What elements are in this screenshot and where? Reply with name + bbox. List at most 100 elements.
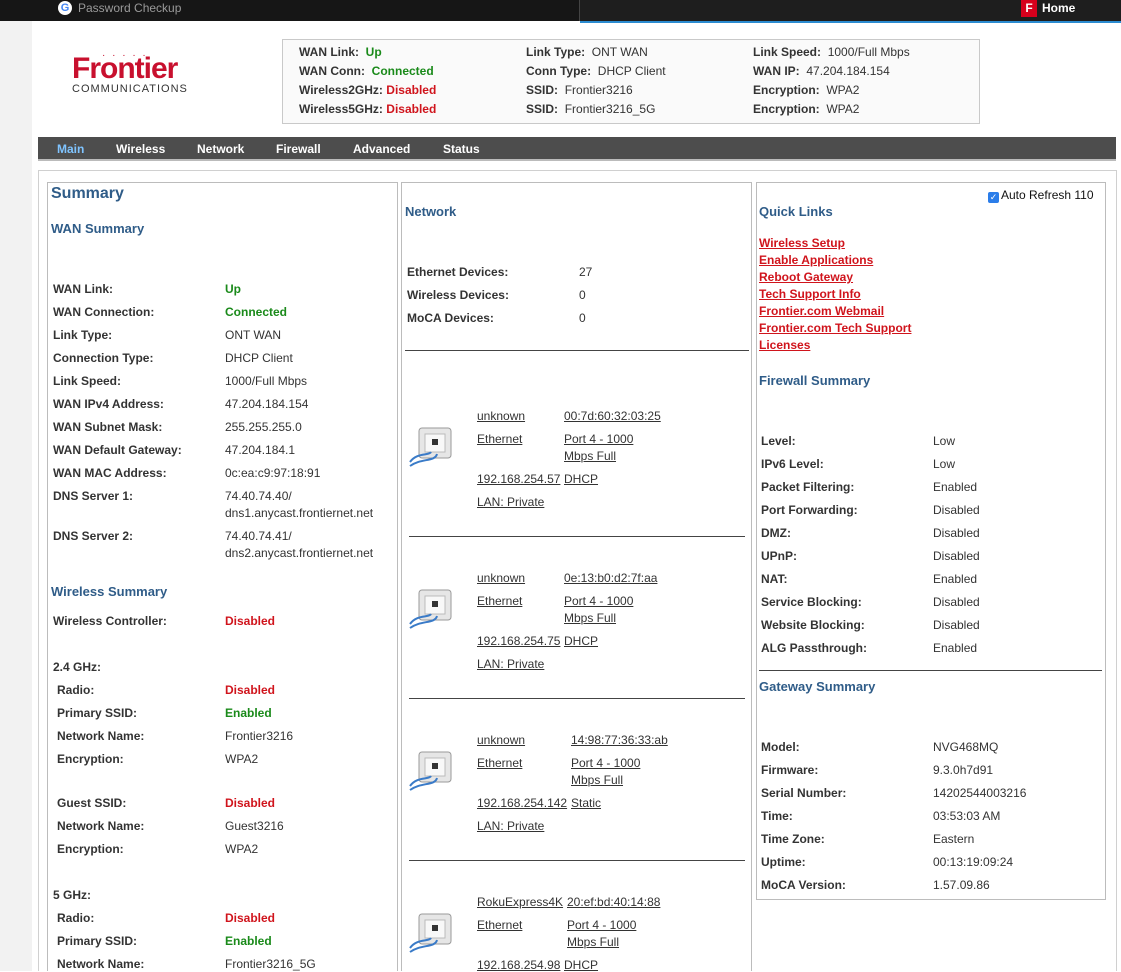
kv-label: Time: bbox=[761, 809, 793, 823]
device-mac[interactable]: 00:7d:60:32:03:25 bbox=[564, 409, 661, 423]
quick-link[interactable]: Wireless Setup bbox=[759, 236, 845, 250]
kv-label: Level: bbox=[761, 434, 796, 448]
status-value: Frontier3216 bbox=[564, 83, 633, 97]
kv-label: Serial Number: bbox=[761, 786, 847, 800]
device-type[interactable]: Ethernet bbox=[477, 756, 522, 770]
device-type[interactable]: Ethernet bbox=[477, 594, 522, 608]
device-port1[interactable]: Port 4 - 1000 bbox=[567, 918, 636, 932]
device-ip[interactable]: 192.168.254.142 bbox=[477, 796, 567, 810]
kv-value: 9.3.0h7d91 bbox=[933, 763, 994, 777]
device-lan[interactable]: LAN: Private bbox=[477, 657, 544, 671]
kv-value: Connected bbox=[225, 305, 288, 319]
device-mode[interactable]: DHCP bbox=[564, 634, 598, 648]
kv-label: Firmware: bbox=[761, 763, 819, 777]
kv-label: Radio: bbox=[57, 683, 95, 697]
device-mac[interactable]: 14:98:77:36:33:ab bbox=[571, 733, 668, 747]
ethernet-device-icon bbox=[407, 588, 457, 632]
kv-label: IPv6 Level: bbox=[761, 457, 824, 471]
tab-main[interactable]: Main bbox=[57, 142, 84, 156]
password-checkup-label[interactable]: Password Checkup bbox=[78, 1, 181, 15]
kv-label: Ethernet Devices: bbox=[407, 265, 509, 279]
logo-dots: · · · · · bbox=[102, 50, 148, 61]
quick-link[interactable]: Licenses bbox=[759, 338, 810, 352]
device-port1[interactable]: Port 4 - 1000 bbox=[564, 594, 633, 608]
kv-label: Guest SSID: bbox=[57, 796, 127, 810]
wireless-summary-title: Wireless Summary bbox=[51, 584, 168, 599]
kv-value: Disabled bbox=[933, 618, 980, 632]
status-value: 47.204.184.154 bbox=[806, 64, 890, 78]
device-name[interactable]: unknown bbox=[477, 733, 525, 747]
network-title: Network bbox=[405, 204, 457, 219]
kv-value: Frontier3216_5G bbox=[225, 957, 316, 971]
tab-network[interactable]: Network bbox=[197, 142, 244, 156]
kv-value: 0 bbox=[579, 311, 586, 325]
quick-link[interactable]: Frontier.com Tech Support bbox=[759, 321, 911, 335]
band24-label: 2.4 GHz: bbox=[53, 660, 102, 674]
firewall-summary-title: Firewall Summary bbox=[759, 373, 871, 388]
quick-links-title: Quick Links bbox=[759, 204, 833, 219]
kv-label: WAN MAC Address: bbox=[53, 466, 167, 480]
device-mode[interactable]: Static bbox=[571, 796, 601, 810]
kv-value: DHCP Client bbox=[225, 351, 293, 365]
device-mode[interactable]: DHCP bbox=[564, 958, 598, 972]
device-port1[interactable]: Port 4 - 1000 bbox=[564, 432, 633, 446]
kv-label: WAN Link: bbox=[53, 282, 113, 296]
device-mac[interactable]: 20:ef:bd:40:14:88 bbox=[567, 895, 660, 909]
device-port2[interactable]: Mbps Full bbox=[564, 611, 616, 625]
device-ip[interactable]: 192.168.254.98 bbox=[477, 958, 560, 972]
kv-label: UPnP: bbox=[761, 549, 797, 563]
device-port2[interactable]: Mbps Full bbox=[567, 935, 619, 949]
status-label: WAN Conn: bbox=[299, 64, 365, 78]
device-type[interactable]: Ethernet bbox=[477, 432, 522, 446]
quick-link[interactable]: Reboot Gateway bbox=[759, 270, 853, 284]
google-icon[interactable]: G bbox=[58, 1, 72, 15]
status-value: ONT WAN bbox=[591, 45, 648, 59]
device-type[interactable]: Ethernet bbox=[477, 918, 522, 932]
tab-wireless[interactable]: Wireless bbox=[116, 142, 165, 156]
device-divider bbox=[409, 860, 745, 861]
device-ip[interactable]: 192.168.254.57 bbox=[477, 472, 560, 486]
dns1-value-a: 74.40.74.40/ bbox=[225, 489, 292, 503]
device-name[interactable]: unknown bbox=[477, 571, 525, 585]
quick-link[interactable]: Tech Support Info bbox=[759, 287, 861, 301]
device-port2[interactable]: Mbps Full bbox=[564, 449, 616, 463]
status-label: Link Type: bbox=[526, 45, 586, 59]
kv-value: Frontier3216 bbox=[225, 729, 294, 743]
dns1-label: DNS Server 1: bbox=[53, 489, 134, 503]
kv-value: Enabled bbox=[225, 934, 272, 948]
status-label: SSID: bbox=[526, 102, 559, 116]
extension-bar: G Password Checkup bbox=[0, 0, 580, 21]
quick-link[interactable]: Enable Applications bbox=[759, 253, 873, 267]
kv-value: 14202544003216 bbox=[933, 786, 1027, 800]
device-name[interactable]: unknown bbox=[477, 409, 525, 423]
dns2-value-a: 74.40.74.41/ bbox=[225, 529, 292, 543]
status-label: Encryption: bbox=[753, 102, 820, 116]
device-port1[interactable]: Port 4 - 1000 bbox=[571, 756, 640, 770]
device-mac[interactable]: 0e:13:b0:d2:7f:aa bbox=[564, 571, 657, 585]
tab-status[interactable]: Status bbox=[443, 142, 480, 156]
auto-refresh-checkbox[interactable]: ✓ Auto Refresh 110 bbox=[988, 188, 1094, 203]
kv-value: Disabled bbox=[225, 683, 276, 697]
status-value: Disabled bbox=[386, 102, 437, 116]
frontier-logo: · · · · · Frontier COMMUNICATIONS bbox=[72, 50, 202, 104]
device-ip[interactable]: 192.168.254.75 bbox=[477, 634, 560, 648]
device-name[interactable]: RokuExpress4K bbox=[477, 895, 563, 909]
kv-label: Primary SSID: bbox=[57, 706, 138, 720]
kv-label: Port Forwarding: bbox=[761, 503, 858, 517]
device-lan[interactable]: LAN: Private bbox=[477, 495, 544, 509]
quick-link[interactable]: Frontier.com Webmail bbox=[759, 304, 884, 318]
device-mode[interactable]: DHCP bbox=[564, 472, 598, 486]
kv-value: Disabled bbox=[933, 549, 980, 563]
tab-firewall[interactable]: Firewall bbox=[276, 142, 321, 156]
device-lan[interactable]: LAN: Private bbox=[477, 819, 544, 833]
kv-label: Wireless Devices: bbox=[407, 288, 509, 302]
device-port2[interactable]: Mbps Full bbox=[571, 773, 623, 787]
kv-label: Encryption: bbox=[57, 842, 124, 856]
kv-label: MoCA Version: bbox=[761, 878, 846, 892]
tab-advanced[interactable]: Advanced bbox=[353, 142, 410, 156]
home-bookmark[interactable]: F Home bbox=[1021, 0, 1075, 18]
kv-value: Enabled bbox=[933, 572, 978, 586]
dns1-value-b: dns1.anycast.frontiernet.net bbox=[225, 506, 374, 520]
kv-label: WAN Default Gateway: bbox=[53, 443, 182, 457]
kv-value: 47.204.184.154 bbox=[225, 397, 309, 411]
